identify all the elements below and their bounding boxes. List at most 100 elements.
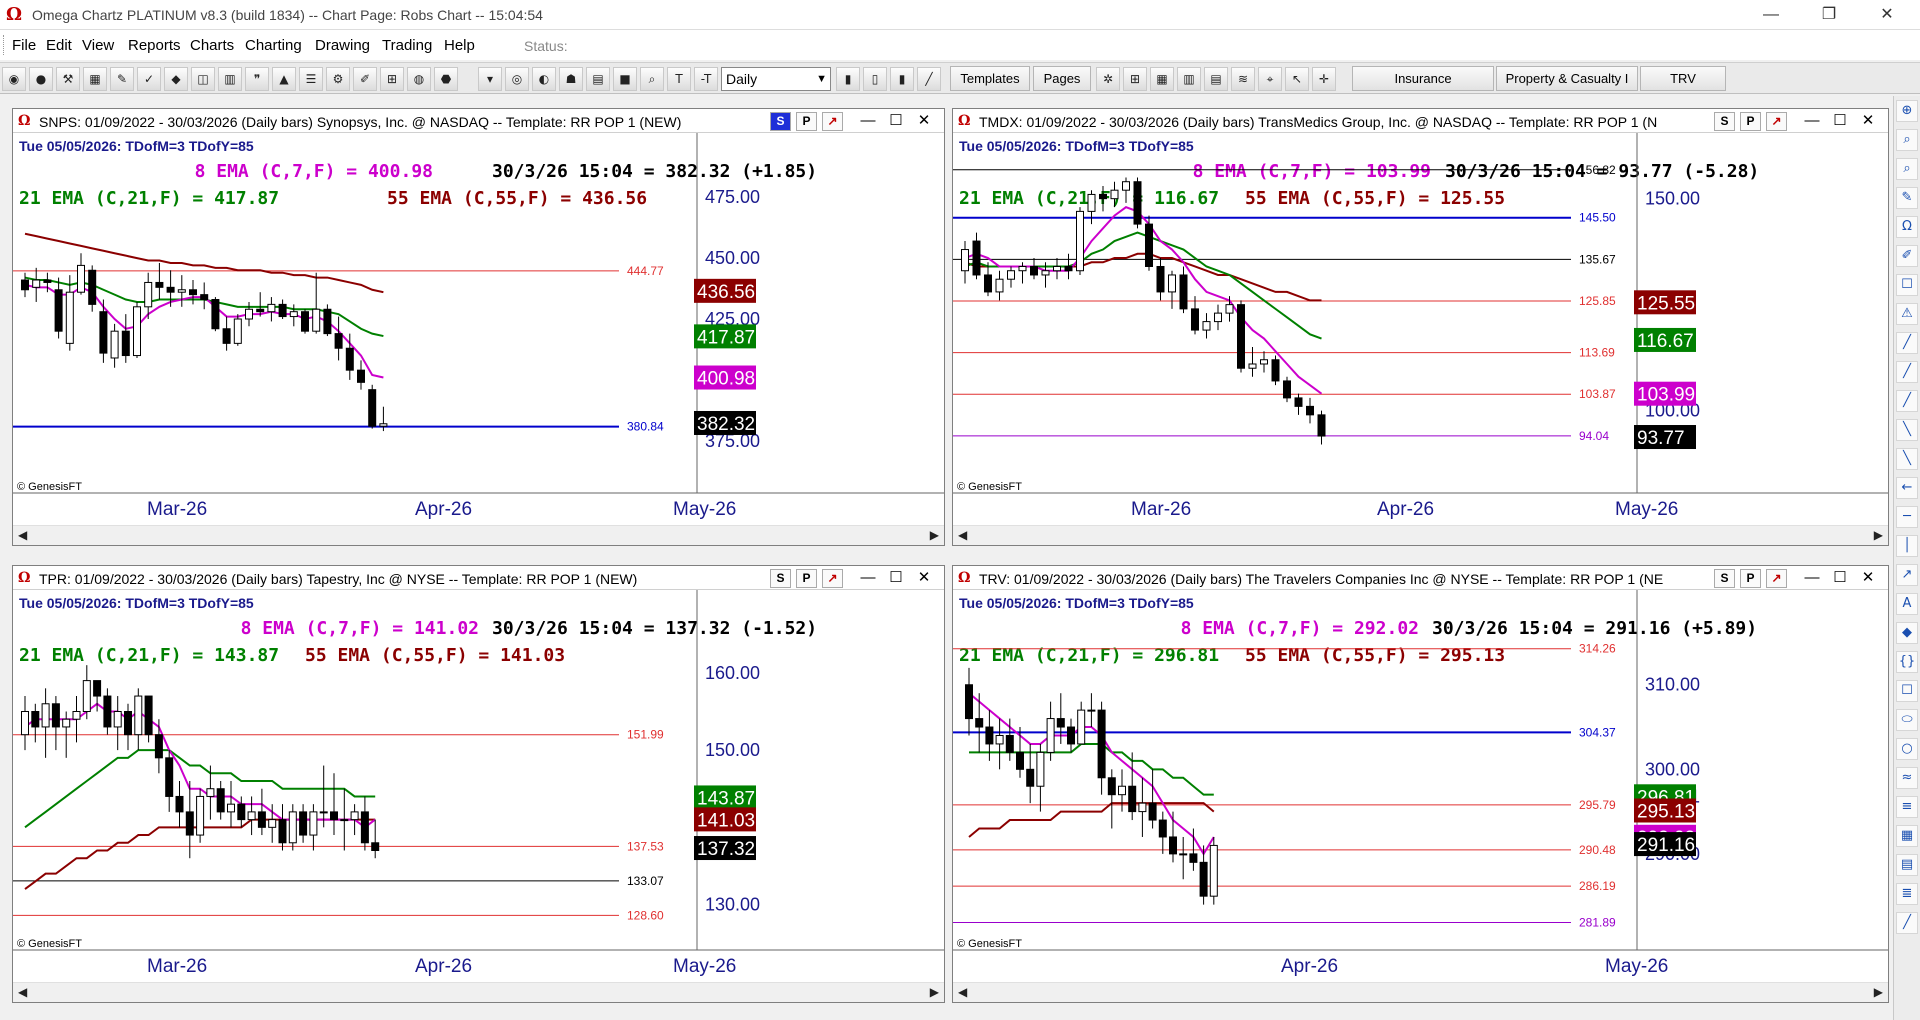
stop-icon[interactable]: ■ (613, 67, 637, 91)
p-button[interactable]: P (1740, 112, 1761, 131)
scroll-left-icon[interactable]: ◀ (958, 528, 967, 542)
menu-help[interactable]: Help (444, 37, 475, 54)
channel-icon[interactable]: ╱ (1896, 361, 1918, 383)
popout-icon[interactable]: ↗ (1766, 112, 1787, 131)
table-icon[interactable]: ▤ (586, 67, 610, 91)
menu-trading[interactable]: Trading (382, 37, 432, 54)
arrow-left-icon[interactable]: ← (1896, 477, 1918, 499)
p-button[interactable]: P (1740, 569, 1761, 588)
menu-file[interactable]: File (12, 37, 36, 54)
minimize-icon[interactable]: — (1802, 112, 1822, 131)
minimize-icon[interactable]: — (858, 569, 878, 588)
vline-icon[interactable]: │ (1896, 535, 1918, 557)
minimize-icon[interactable]: — (858, 112, 878, 131)
close-icon[interactable]: ✕ (1858, 112, 1878, 131)
omega-icon[interactable]: Ω (1896, 216, 1918, 238)
maximize-icon[interactable]: ☐ (886, 569, 906, 588)
draw-icon[interactable]: ✐ (353, 67, 377, 91)
ohlc-chart-icon[interactable]: ▮ (890, 67, 914, 91)
minimize-icon[interactable]: — (1748, 2, 1794, 28)
menu-charts[interactable]: Charts (190, 37, 234, 54)
search-icon[interactable]: ⌕ (640, 67, 664, 91)
horizontal-scrollbar[interactable]: ◀ ▶ (13, 525, 944, 545)
close-icon[interactable]: ✕ (914, 112, 934, 131)
parallel-icon[interactable]: ╱ (1896, 390, 1918, 412)
target-icon[interactable]: ◍ (407, 67, 431, 91)
horizontal-scrollbar[interactable]: ◀ ▶ (953, 525, 1888, 545)
grid-icon[interactable]: ▦ (83, 67, 107, 91)
text-icon[interactable]: A (1896, 593, 1918, 615)
trv-button[interactable]: TRV (1640, 66, 1726, 91)
diamond-icon[interactable]: ◆ (164, 67, 188, 91)
insurance-button[interactable]: Insurance (1352, 66, 1494, 91)
trendline-icon[interactable]: ╱ (1896, 332, 1918, 354)
pitchfork-icon[interactable]: ╱ (1896, 912, 1918, 934)
scroll-left-icon[interactable]: ◀ (18, 528, 27, 542)
grid-icon[interactable]: ▦ (1150, 67, 1174, 91)
maximize-icon[interactable]: ☐ (1830, 112, 1850, 131)
horizontal-scrollbar[interactable]: ◀ ▶ (953, 982, 1888, 1002)
list-icon[interactable]: ☰ (299, 67, 323, 91)
dropdown-icon[interactable]: ▾ (478, 67, 502, 91)
circle-icon[interactable]: ○ (1896, 738, 1918, 760)
close-icon[interactable]: ✕ (914, 569, 934, 588)
scroll-left-icon[interactable]: ◀ (18, 985, 27, 999)
text-icon[interactable]: T (667, 67, 691, 91)
menu-edit[interactable]: Edit (46, 37, 72, 54)
horizontal-scrollbar[interactable]: ◀ ▶ (13, 982, 944, 1002)
table-icon[interactable]: ▤ (1896, 854, 1918, 876)
maximize-icon[interactable]: ☐ (886, 112, 906, 131)
maximize-icon[interactable]: ☐ (1830, 569, 1850, 588)
check-icon[interactable]: ✓ (137, 67, 161, 91)
alert-icon[interactable]: ▲ (272, 67, 296, 91)
pen-icon[interactable]: ✐ (1896, 245, 1918, 267)
close-icon[interactable]: ✕ (1858, 569, 1878, 588)
minimize-icon[interactable]: — (1802, 569, 1822, 588)
zoom-fit-icon[interactable]: ⊕ (1896, 100, 1918, 122)
levels-icon[interactable]: ≣ (1896, 883, 1918, 905)
scroll-right-icon[interactable]: ▶ (930, 528, 939, 542)
p-button[interactable]: P (796, 112, 817, 131)
eraser-icon[interactable]: ✎ (1896, 187, 1918, 209)
brace-icon[interactable]: {} (1896, 651, 1918, 673)
globe-icon[interactable]: ◉ (2, 67, 26, 91)
pie-icon[interactable]: ◐ (532, 67, 556, 91)
wave-icon[interactable]: ≈ (1896, 767, 1918, 789)
s-button[interactable]: S (770, 569, 791, 588)
text-remove-icon[interactable]: -T (694, 67, 718, 91)
rectangle-icon[interactable]: ☐ (1896, 680, 1918, 702)
traffic-light-icon[interactable]: ● (29, 67, 53, 91)
arrow-icon[interactable]: ↗ (1896, 564, 1918, 586)
ray-icon[interactable]: ╲ (1896, 448, 1918, 470)
rows-icon[interactable]: ▤ (1204, 67, 1228, 91)
pointer-icon[interactable]: ↖ (1285, 67, 1309, 91)
zoom-in-icon[interactable]: ⌕ (1896, 129, 1918, 151)
columns-icon[interactable]: ▥ (1177, 67, 1201, 91)
pencil-icon[interactable]: ✎ (110, 67, 134, 91)
candle-chart-icon[interactable]: ▯ (863, 67, 887, 91)
menu-charting[interactable]: Charting (245, 37, 302, 54)
network-icon[interactable]: ✲ (1096, 67, 1120, 91)
tag-icon[interactable]: ☗ (559, 67, 583, 91)
period-select[interactable]: Daily ▼ (721, 67, 831, 91)
scroll-right-icon[interactable]: ▶ (930, 985, 939, 999)
templates-button[interactable]: Templates (950, 66, 1030, 91)
scroll-right-icon[interactable]: ▶ (1874, 528, 1883, 542)
gann-icon[interactable]: ▦ (1896, 825, 1918, 847)
popout-icon[interactable]: ↗ (822, 112, 843, 131)
circle-icon[interactable]: ◎ (505, 67, 529, 91)
ellipse-icon[interactable]: ⬭ (1896, 709, 1918, 731)
bar-chart-icon[interactable]: ▮ (836, 67, 860, 91)
tools-icon[interactable]: ⚒ (56, 67, 80, 91)
layout-icon[interactable]: ⊞ (380, 67, 404, 91)
restore-icon[interactable]: ❐ (1806, 2, 1852, 28)
menu-view[interactable]: View (82, 37, 114, 54)
p-button[interactable]: P (796, 569, 817, 588)
fib-icon[interactable]: ≡ (1896, 796, 1918, 818)
s-button[interactable]: S (770, 112, 791, 131)
candlestick-chart-tmdx[interactable]: Tue 05/05/2026: TDofM=3 TDofY=85 8 EMA (… (953, 133, 1888, 524)
property-casualty-button[interactable]: Property & Casualty I (1496, 66, 1638, 91)
hline-icon[interactable]: ─ (1896, 506, 1918, 528)
popout-icon[interactable]: ↗ (822, 569, 843, 588)
fan-icon[interactable]: ╲ (1896, 419, 1918, 441)
